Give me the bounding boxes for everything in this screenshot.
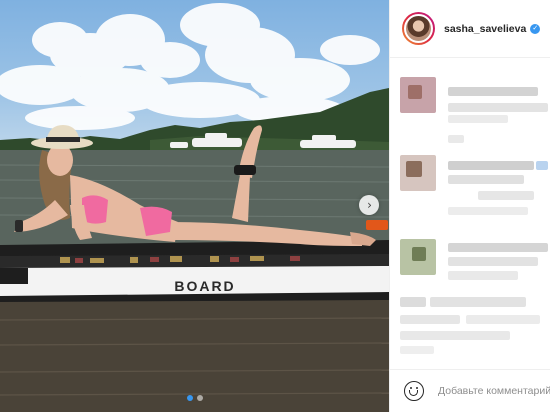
comment-text-blurred xyxy=(400,297,426,307)
comment-text-blurred xyxy=(448,243,548,252)
next-photo-button[interactable]: › xyxy=(359,195,379,215)
verified-badge-icon: ✓ xyxy=(530,23,541,34)
username-link[interactable]: sasha_savelieva xyxy=(444,23,526,35)
board-brand-text: BOARD xyxy=(174,278,235,294)
comment-item xyxy=(390,151,550,231)
comment-input[interactable] xyxy=(438,385,550,397)
avatar[interactable] xyxy=(402,12,435,45)
avatar-image xyxy=(404,14,433,43)
post-side-panel: sasha_savelieva ✓ xyxy=(389,0,550,412)
comment-text-blurred xyxy=(448,87,538,96)
comments-list xyxy=(390,59,550,369)
post-photo[interactable]: BOARD › xyxy=(0,0,389,412)
carousel-indicator xyxy=(0,395,389,401)
comment-composer xyxy=(390,369,550,412)
smile-icon[interactable] xyxy=(404,381,424,401)
chevron-right-icon: › xyxy=(367,198,372,212)
carousel-dot-active xyxy=(186,395,193,401)
comment-text-blurred xyxy=(448,161,534,170)
post-header: sasha_savelieva ✓ xyxy=(390,0,550,58)
photo-scene: BOARD xyxy=(0,3,389,412)
carousel-dot xyxy=(196,395,203,401)
comment-item xyxy=(390,73,550,153)
comment-item xyxy=(390,291,550,361)
